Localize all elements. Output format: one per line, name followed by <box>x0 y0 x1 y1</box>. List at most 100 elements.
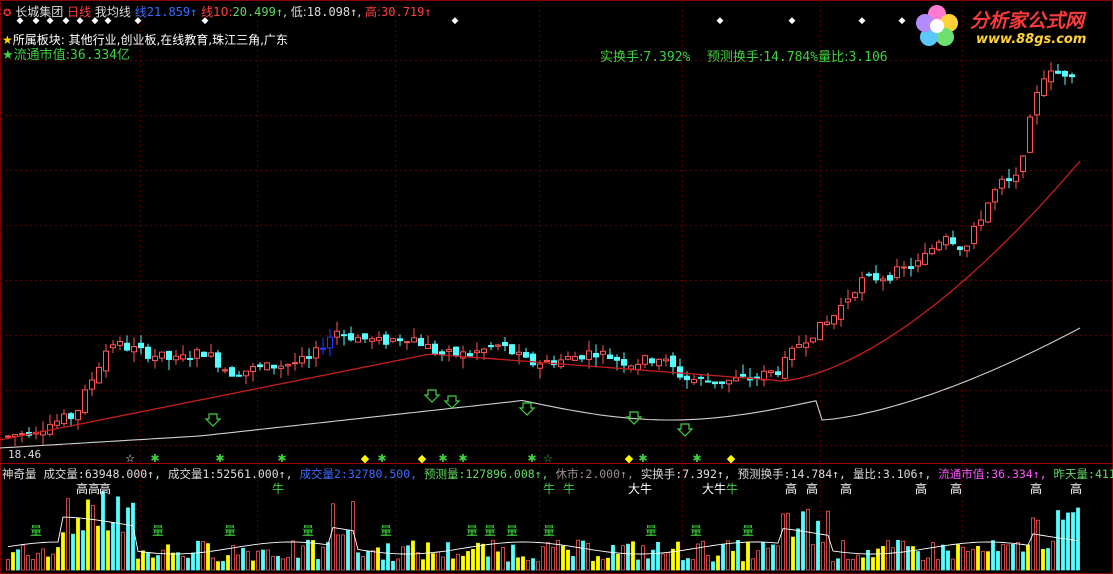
volume-bar <box>1046 548 1050 571</box>
candle-body <box>971 225 977 244</box>
volume-bar <box>616 553 620 571</box>
candle-body <box>873 273 879 281</box>
volume-bar <box>721 543 725 571</box>
signal-marker-icon: ✱ <box>527 452 536 465</box>
candle-body <box>705 380 711 383</box>
volume-bar <box>56 547 60 571</box>
candle-body <box>278 365 284 369</box>
volume-bar <box>331 503 335 571</box>
candle-body <box>285 364 291 367</box>
volume-bar <box>671 548 675 571</box>
candle-body <box>474 350 480 354</box>
signal-marker-icon: ◆ <box>361 452 370 465</box>
vol-item-2-label: 成交量2: <box>299 467 348 481</box>
volume-bar <box>486 556 490 571</box>
volume-bar <box>746 541 750 571</box>
candle-body <box>901 266 907 269</box>
volume-bar <box>191 552 195 571</box>
candle-body <box>5 435 11 438</box>
candle-body <box>985 202 991 223</box>
candle-body <box>439 351 445 355</box>
volume-bar <box>21 544 25 571</box>
candle-body <box>117 340 123 346</box>
volume-bar <box>386 543 390 571</box>
candle-body <box>922 252 928 265</box>
liang-label: 量 <box>152 524 165 538</box>
candle-body <box>355 336 361 343</box>
top-signal-icon: ◆ <box>899 16 906 26</box>
volume-bar <box>116 496 120 571</box>
vol-item-9-value: 41174.0 <box>1094 467 1113 481</box>
candle-body <box>292 362 298 365</box>
volume-bar <box>621 545 625 571</box>
candle-body <box>418 338 424 347</box>
volume-bar <box>151 557 155 571</box>
turnover-line: 实换手:7.392% 预测换手:14.784%量比:3.106 <box>600 46 888 65</box>
down-arrow-icon <box>204 413 222 427</box>
top-signal-icon: ◆ <box>859 16 866 26</box>
volume-bar <box>946 550 950 571</box>
gao-label: 高 <box>99 482 112 496</box>
volume-bar <box>431 553 435 571</box>
volume-bar <box>446 542 450 571</box>
candle-body <box>201 351 207 357</box>
volume-bar <box>471 549 475 571</box>
candle-body <box>698 376 704 379</box>
volume-bar <box>461 555 465 571</box>
vol-item-7-value: 3.106↑, <box>882 467 932 481</box>
ma1-value: 21.859↑ <box>146 5 198 19</box>
volume-bar <box>426 542 430 571</box>
candle-body <box>1048 70 1054 83</box>
candle-body <box>621 359 627 366</box>
volume-bar <box>686 558 690 571</box>
candle-body <box>740 373 746 377</box>
volume-bar <box>281 558 285 571</box>
volume-bar <box>226 555 230 571</box>
vol-item-0-label: 成交量: <box>43 467 85 481</box>
volume-bar <box>361 556 365 571</box>
candle-body <box>1013 174 1019 182</box>
candle-body <box>831 315 837 325</box>
signal-marker-icon: ☆ <box>543 452 553 465</box>
candle-body <box>852 292 858 298</box>
candle-body <box>376 337 382 341</box>
volume-bar <box>771 544 775 571</box>
volume-bar <box>816 520 820 571</box>
volume-bar <box>611 544 615 571</box>
volume-bar <box>821 541 825 571</box>
candle-body <box>887 275 893 281</box>
volume-bar <box>216 561 220 571</box>
signal-marker-icon: ☆ <box>125 452 135 465</box>
volume-bar <box>656 542 660 571</box>
menu-icon[interactable]: ✪ <box>3 8 11 19</box>
vol-item-7-label: 量比: <box>852 467 883 481</box>
vol-item-6-value: 14.784↑, <box>790 467 846 481</box>
candle-body <box>299 356 305 364</box>
candle-body <box>383 334 389 345</box>
main-chart[interactable]: ☆ ✱ ✱ ✱ ◆ ✱ ◆ ✱ ✱ ✱ ☆ ◆ ✱ ✱ ◆◆ ◆ ◆ ◆ ◆ ◆ ◆ ◆ ◆ ◆ ◆ ◆ ◆ ◆ <box>0 0 1113 574</box>
volume-bar <box>286 556 290 571</box>
candle-body <box>1055 70 1061 74</box>
volume-bar <box>1031 517 1035 571</box>
volume-bar <box>371 550 375 571</box>
volume-bar <box>51 553 55 571</box>
candle-body <box>670 355 676 368</box>
candle-body <box>159 351 165 359</box>
candle-body <box>369 338 375 342</box>
candle-body <box>614 356 620 361</box>
volume-bar <box>456 553 460 571</box>
candle-body <box>61 413 67 425</box>
volume-bar <box>791 536 795 571</box>
candle-body <box>488 345 494 348</box>
volume-bar <box>996 551 1000 571</box>
volume-bar <box>241 547 245 571</box>
gao-label: 高 <box>806 482 819 496</box>
gao-label: 高 <box>950 482 963 496</box>
candle-body <box>208 352 214 357</box>
down-arrow-icon <box>443 395 461 409</box>
volume-bar <box>646 558 650 571</box>
candle-body <box>733 377 739 382</box>
volume-bar <box>11 552 15 571</box>
liang-label: 量 <box>466 524 479 538</box>
signal-marker-icon: ✱ <box>692 452 701 465</box>
